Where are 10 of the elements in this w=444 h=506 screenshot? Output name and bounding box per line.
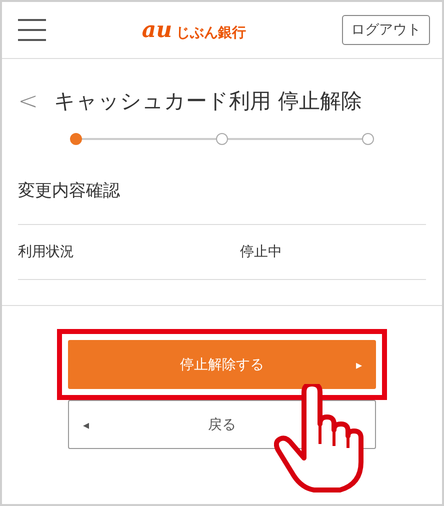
row-value: 停止中 xyxy=(240,243,282,261)
logo-mark: au xyxy=(142,17,172,43)
page-title: キャッシュカード利用 停止解除 xyxy=(54,88,362,115)
section-title: 変更内容確認 xyxy=(17,180,121,202)
hand-pointer-icon xyxy=(274,384,364,494)
logo-text: じぶん銀行 xyxy=(176,24,246,42)
back-chevron[interactable]: < xyxy=(18,87,38,115)
row-label: 利用状況 xyxy=(18,243,75,261)
logout-button[interactable]: ログアウト xyxy=(342,15,430,45)
menu-icon[interactable] xyxy=(18,19,46,41)
